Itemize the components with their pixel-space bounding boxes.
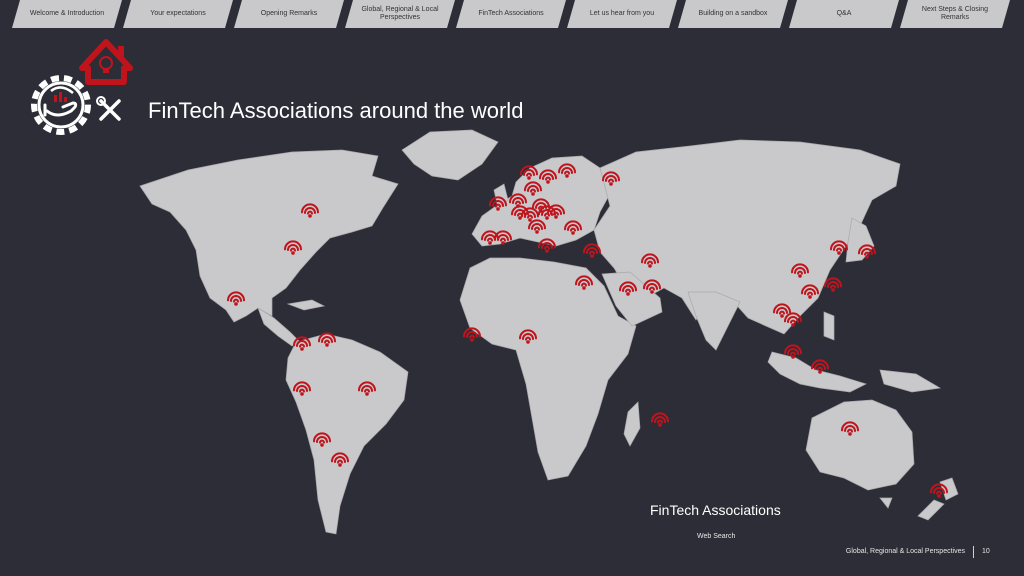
tab-qa[interactable]: Q&A — [789, 0, 899, 28]
wifi-signal-icon — [824, 277, 842, 292]
north-america-landmass — [139, 149, 399, 323]
new-zealand-south-landmass — [917, 499, 945, 521]
continents — [139, 129, 959, 535]
tasmania-landmass — [879, 497, 893, 509]
india-landmass — [687, 291, 741, 351]
tab-welcome[interactable]: Welcome & Introduction — [12, 0, 122, 28]
tab-expectations[interactable]: Your expectations — [123, 0, 233, 28]
australia-landmass — [805, 399, 915, 491]
tab-hear-from-you[interactable]: Let us hear from you — [567, 0, 677, 28]
philippines-landmass — [823, 311, 835, 341]
tab-opening-remarks[interactable]: Opening Remarks — [234, 0, 344, 28]
footer-section-label: Global, Regional & Local Perspectives — [846, 546, 974, 558]
map-caption-source: Web Search — [697, 533, 736, 540]
section-nav: Welcome & Introduction Your expectations… — [12, 0, 1012, 28]
world-map — [139, 129, 959, 535]
page-number: 10 — [982, 548, 990, 555]
tab-sandbox[interactable]: Building on a sandbox — [678, 0, 788, 28]
map-caption: FinTech Associations — [650, 502, 781, 518]
wifi-signal-icon — [463, 327, 481, 342]
tab-next-steps[interactable]: Next Steps & Closing Remarks — [900, 0, 1010, 28]
wifi-signal-icon — [583, 243, 601, 258]
caribbean-landmass — [286, 299, 326, 311]
tab-perspectives[interactable]: Global, Regional & Local Perspectives — [345, 0, 455, 28]
wifi-signal-icon — [651, 412, 669, 427]
greenland-landmass — [401, 129, 499, 181]
new-guinea-landmass — [879, 369, 942, 393]
madagascar-landmass — [623, 401, 641, 447]
south-america-landmass — [285, 333, 409, 535]
central-america-landmass — [257, 307, 301, 347]
tab-fintech-associations[interactable]: FinTech Associations — [456, 0, 566, 28]
indonesia-landmass — [767, 351, 867, 393]
